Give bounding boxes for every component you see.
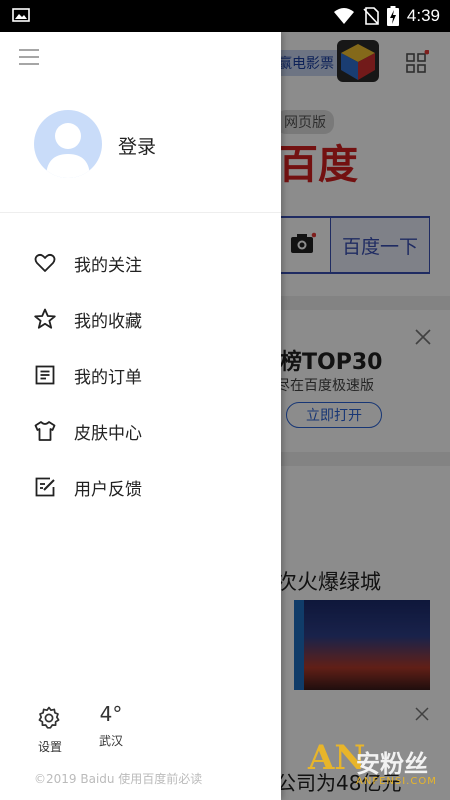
feedback-edit-icon (35, 477, 55, 497)
menu-item-label: 我的收藏 (74, 312, 142, 332)
watermark-en: ANFENSI.COM (356, 776, 437, 787)
drawer-bottom-bar: 设置 4° 武汉 (0, 700, 281, 760)
avatar[interactable] (34, 110, 102, 178)
order-list-icon (35, 365, 55, 385)
watermark-cn: 安粉丝 (356, 750, 428, 778)
shirt-icon (34, 421, 56, 441)
gear-icon (38, 706, 60, 729)
navigation-drawer: 登录 我的关注 我的收藏 我的订单 皮肤中心 用户反馈 设置 4° 武汉 ©20… (0, 32, 281, 800)
star-icon (34, 308, 56, 329)
menu-item-label: 皮肤中心 (74, 424, 142, 444)
temperature: 4° (99, 702, 123, 726)
no-sim-icon (363, 7, 379, 25)
menu-item-favorites[interactable]: 我的收藏 (0, 290, 281, 346)
city-name: 武汉 (98, 734, 123, 748)
menu-item-label: 我的订单 (74, 368, 142, 388)
gallery-icon (12, 8, 30, 22)
login-profile[interactable]: 登录 (0, 104, 281, 212)
hamburger-menu-icon[interactable] (18, 48, 40, 66)
menu-item-label: 我的关注 (74, 256, 142, 276)
user-avatar-icon (46, 123, 90, 178)
settings-label: 设置 (37, 740, 62, 754)
drawer-menu: 我的关注 我的收藏 我的订单 皮肤中心 用户反馈 (0, 234, 281, 514)
menu-item-skins[interactable]: 皮肤中心 (0, 402, 281, 458)
clock: 4:39 (406, 6, 440, 25)
wifi-icon (333, 8, 354, 24)
watermark-logo: AN 安粉丝 ANFENSI.COM (300, 736, 450, 800)
heart-icon (34, 253, 56, 272)
divider (0, 212, 281, 213)
menu-item-feedback[interactable]: 用户反馈 (0, 458, 281, 514)
weather-widget[interactable]: 4° 武汉 (96, 702, 126, 749)
login-label[interactable]: 登录 (118, 132, 156, 159)
menu-item-orders[interactable]: 我的订单 (0, 346, 281, 402)
menu-item-label: 用户反馈 (74, 480, 142, 500)
menu-item-following[interactable]: 我的关注 (0, 234, 281, 290)
copyright-notice[interactable]: ©2019 Baidu 使用百度前必读 (34, 770, 202, 787)
status-bar: 4:39 (0, 0, 450, 32)
settings-button[interactable]: 设置 (34, 706, 64, 756)
battery-charging-icon (386, 6, 399, 26)
